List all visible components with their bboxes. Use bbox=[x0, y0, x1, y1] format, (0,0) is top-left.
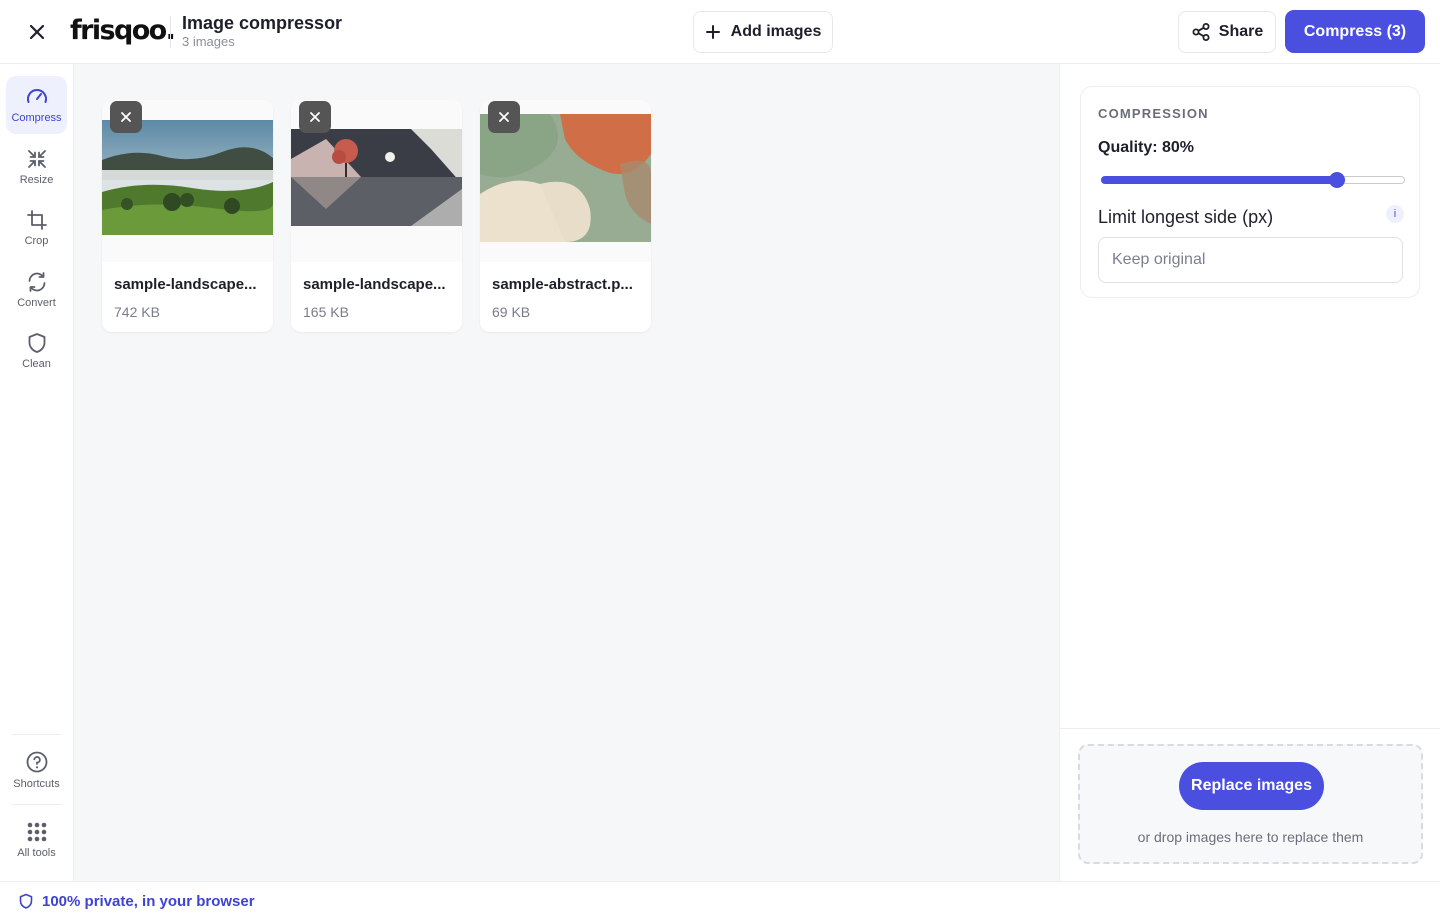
drop-zone[interactable]: Replace images or drop images here to re… bbox=[1078, 744, 1423, 864]
slider-handle[interactable] bbox=[1329, 172, 1345, 188]
image-canvas: sample-landscape... 742 KB sample-landsc… bbox=[74, 64, 1059, 881]
image-name: sample-landscape... bbox=[114, 276, 257, 293]
image-count: 3 images bbox=[182, 34, 235, 49]
privacy-note: 100% private, in your browser bbox=[18, 893, 255, 910]
info-icon[interactable]: i bbox=[1386, 205, 1404, 223]
drop-hint: or drop images here to replace them bbox=[1137, 829, 1364, 845]
limit-side-label: Limit longest side (px) bbox=[1098, 207, 1274, 227]
close-icon bbox=[499, 112, 509, 122]
rail-label: Clean bbox=[22, 358, 51, 370]
image-size: 742 KB bbox=[114, 304, 160, 320]
crop-icon bbox=[26, 210, 47, 230]
landscape-thumbnail bbox=[102, 120, 273, 235]
rail-label: Compress bbox=[11, 112, 62, 124]
compress-button[interactable]: Compress (3) bbox=[1285, 10, 1425, 53]
image-card[interactable]: sample-abstract.p... 69 KB bbox=[480, 100, 651, 332]
rail-item-convert[interactable]: Convert bbox=[6, 261, 67, 319]
add-images-label: Add images bbox=[730, 23, 822, 40]
rail-divider bbox=[12, 734, 62, 735]
resize-icon bbox=[27, 150, 46, 168]
quality-label: Quality: 80% bbox=[1098, 139, 1195, 156]
close-icon bbox=[29, 24, 45, 40]
rail-item-compress[interactable]: Compress bbox=[6, 76, 67, 134]
top-bar: frisqoo. Image compressor 3 images Add i… bbox=[0, 0, 1440, 64]
rail-label: Crop bbox=[24, 235, 49, 247]
add-images-button[interactable]: Add images bbox=[693, 11, 833, 53]
rail-label: Shortcuts bbox=[13, 778, 60, 790]
gauge-icon bbox=[26, 89, 47, 103]
image-name: sample-abstract.p... bbox=[492, 276, 633, 293]
rail-item-clean[interactable]: Clean bbox=[6, 322, 67, 380]
rail-item-resize[interactable]: Resize bbox=[6, 138, 67, 196]
remove-image-button[interactable] bbox=[488, 101, 520, 133]
landscape-thumbnail bbox=[291, 129, 462, 226]
rail-divider bbox=[12, 804, 62, 805]
settings-panel: COMPRESSION Quality: 80% Limit longest s… bbox=[1059, 64, 1440, 881]
footer: 100% private, in your browser bbox=[0, 881, 1440, 923]
image-name: sample-landscape... bbox=[303, 276, 446, 293]
section-title: COMPRESSION bbox=[1098, 106, 1209, 121]
limit-side-input[interactable] bbox=[1098, 237, 1403, 283]
rail-label: Resize bbox=[19, 174, 54, 186]
privacy-text: 100% private, in your browser bbox=[42, 893, 255, 910]
close-button[interactable] bbox=[22, 17, 52, 47]
plus-icon bbox=[705, 25, 720, 39]
rail-item-shortcuts[interactable]: Shortcuts bbox=[6, 741, 67, 799]
share-label: Share bbox=[1218, 23, 1264, 40]
image-size: 165 KB bbox=[303, 304, 349, 320]
convert-icon bbox=[28, 272, 45, 292]
slider-fill bbox=[1101, 176, 1337, 184]
image-size: 69 KB bbox=[492, 304, 531, 320]
rail-label: All tools bbox=[17, 847, 56, 859]
replace-images-button[interactable]: Replace images bbox=[1179, 762, 1324, 810]
image-card[interactable]: sample-landscape... 165 KB bbox=[291, 100, 462, 332]
close-icon bbox=[310, 112, 320, 122]
quality-slider[interactable] bbox=[1101, 172, 1405, 188]
share-icon bbox=[1192, 23, 1210, 41]
tool-rail: Compress Resize Crop Convert Clean Short… bbox=[0, 64, 74, 881]
rail-item-all-tools[interactable]: All tools bbox=[6, 811, 67, 869]
share-button[interactable]: Share bbox=[1178, 11, 1276, 53]
rail-item-crop[interactable]: Crop bbox=[6, 199, 67, 257]
remove-image-button[interactable] bbox=[110, 101, 142, 133]
remove-image-button[interactable] bbox=[299, 101, 331, 133]
image-card[interactable]: sample-landscape... 742 KB bbox=[102, 100, 273, 332]
shield-icon bbox=[19, 893, 33, 909]
abstract-thumbnail bbox=[480, 114, 651, 242]
grid-icon bbox=[27, 822, 46, 842]
header-divider bbox=[170, 16, 171, 48]
close-icon bbox=[121, 112, 131, 122]
panel-divider bbox=[1060, 728, 1440, 729]
page-title: Image compressor bbox=[182, 13, 343, 33]
shield-icon bbox=[28, 333, 45, 353]
logo[interactable]: frisqoo. bbox=[70, 14, 176, 48]
compression-settings: COMPRESSION Quality: 80% Limit longest s… bbox=[1080, 86, 1420, 298]
question-icon bbox=[26, 751, 47, 773]
rail-label: Convert bbox=[17, 297, 56, 309]
